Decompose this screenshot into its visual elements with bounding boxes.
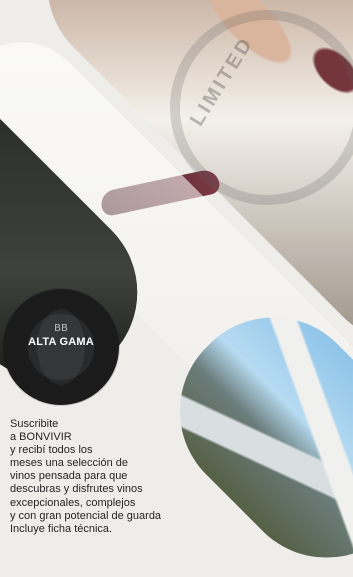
promo-line: descubras y disfrutes vinos — [10, 483, 143, 496]
promo-line: y recibí todos los — [10, 444, 93, 457]
alta-gama-badge: BB ALTA GAMA — [3, 289, 119, 405]
promo-line: vinos pensada para que — [10, 470, 128, 483]
promo-line: excepcionales, complejos — [10, 496, 136, 509]
promo-copy: Suscribite a BONVIVIR y recibí todos los… — [10, 418, 235, 536]
badge-title: ALTA GAMA — [28, 336, 94, 348]
promo-panel: LIMITED BB ALTA GAMA Suscribite a BONVIV… — [0, 0, 353, 577]
promo-line: Incluye ficha técnica. — [10, 522, 113, 535]
promo-line: Suscribite — [10, 418, 59, 430]
promo-line: meses una selección de — [10, 457, 129, 470]
bonvivir-logo: BB — [54, 323, 68, 334]
promo-line: y con gran potencial de guarda — [10, 509, 162, 522]
promo-line: a BONVIVIR — [10, 431, 72, 444]
